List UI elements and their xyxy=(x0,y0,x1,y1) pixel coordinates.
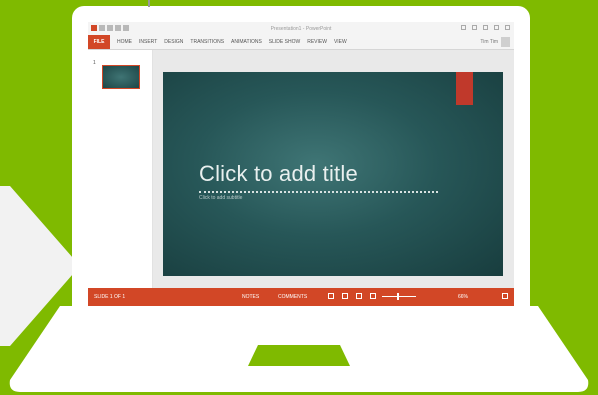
title-placeholder[interactable]: Click to add title xyxy=(199,161,358,187)
webcam-notch xyxy=(148,0,150,7)
window-controls xyxy=(461,25,510,30)
slide-indicator: SLIDE 1 OF 1 xyxy=(94,294,126,300)
window-title: Presentation1 - PowerPoint xyxy=(270,26,332,32)
normal-view-icon[interactable] xyxy=(328,293,334,299)
status-bar: SLIDE 1 OF 1 NOTES COMMENTS 66% xyxy=(88,288,514,306)
maximize-icon[interactable] xyxy=(494,25,499,30)
help-icon[interactable] xyxy=(461,25,466,30)
slide-canvas[interactable]: Click to add title Click to add subtitle xyxy=(163,72,503,276)
slide-thumbnail[interactable] xyxy=(102,65,140,89)
title-bar: Presentation1 - PowerPoint xyxy=(88,22,514,35)
tab-insert[interactable]: INSERT xyxy=(139,39,157,45)
slide-sorter-icon[interactable] xyxy=(342,293,348,299)
fit-to-window-icon[interactable] xyxy=(502,293,508,299)
tab-file[interactable]: FILE xyxy=(88,35,110,49)
powerpoint-window: Presentation1 - PowerPoint FILE HOME INS… xyxy=(88,22,514,306)
tab-view[interactable]: VIEW xyxy=(334,39,347,45)
tab-slide-show[interactable]: SLIDE SHOW xyxy=(269,39,300,45)
zoom-slider[interactable] xyxy=(382,296,416,297)
slide-show-icon[interactable] xyxy=(370,293,376,299)
reading-view-icon[interactable] xyxy=(356,293,362,299)
subtitle-placeholder[interactable]: Click to add subtitle xyxy=(199,195,242,201)
zoom-level[interactable]: 66% xyxy=(458,294,468,300)
tab-home[interactable]: HOME xyxy=(117,39,132,45)
tab-animations[interactable]: ANIMATIONS xyxy=(231,39,262,45)
slide-thumbnails-pane: 1 xyxy=(88,50,153,288)
zoom-slider-handle[interactable] xyxy=(397,293,399,300)
thumbnail-slide-number: 1 xyxy=(93,60,96,66)
ribbon-tabs: FILE HOME INSERT DESIGN TRANSITIONS ANIM… xyxy=(88,35,514,50)
notes-button[interactable]: NOTES xyxy=(242,294,259,300)
slide-editor: Click to add title Click to add subtitle xyxy=(153,50,514,288)
tab-design[interactable]: DESIGN xyxy=(164,39,183,45)
tab-transitions[interactable]: TRANSITIONS xyxy=(190,39,224,45)
avatar[interactable] xyxy=(501,37,510,47)
ribbon-options-icon[interactable] xyxy=(472,25,477,30)
laptop-trackpad xyxy=(248,345,350,366)
close-icon[interactable] xyxy=(505,25,510,30)
tab-review[interactable]: REVIEW xyxy=(307,39,327,45)
title-placeholder-border xyxy=(199,191,438,193)
comments-button[interactable]: COMMENTS xyxy=(278,294,307,300)
user-name[interactable]: Tim Tim xyxy=(480,39,498,45)
slide-accent-bar xyxy=(456,72,473,105)
minimize-icon[interactable] xyxy=(483,25,488,30)
